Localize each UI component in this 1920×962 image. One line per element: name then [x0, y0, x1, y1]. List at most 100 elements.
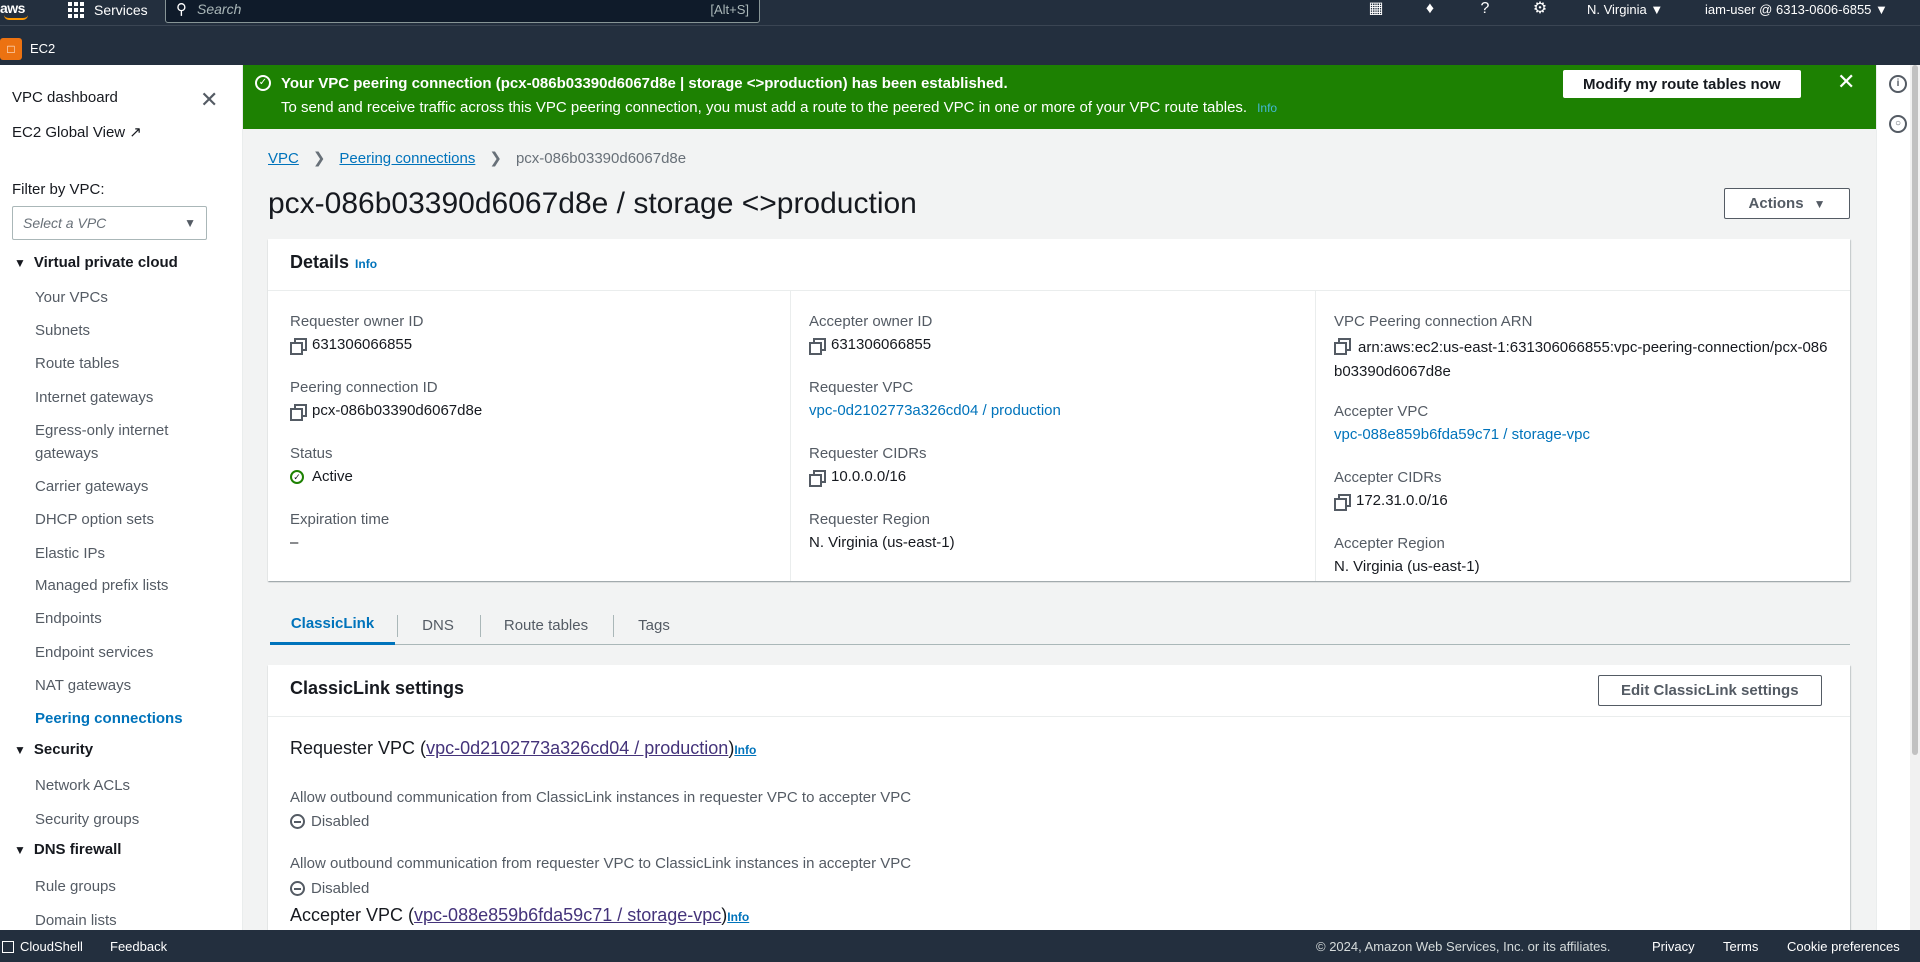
breadcrumb-vpc[interactable]: VPC: [268, 150, 299, 167]
sidebar-item-your-vpcs[interactable]: Your VPCs: [35, 286, 108, 309]
copy-icon[interactable]: [290, 337, 307, 355]
service-bar: □ EC2: [0, 25, 1920, 65]
help-icon[interactable]: ?: [1475, 0, 1495, 20]
copy-icon[interactable]: [809, 469, 826, 487]
actions-button[interactable]: Actions ▼: [1724, 188, 1850, 219]
sidebar-item-elastic-ips[interactable]: Elastic IPs: [35, 542, 105, 565]
accepter-region-value: N. Virginia (us-east-1): [1334, 558, 1480, 575]
sidebar-item-endpoints[interactable]: Endpoints: [35, 607, 102, 630]
close-icon[interactable]: ✕: [1837, 69, 1855, 95]
copy-icon[interactable]: [1334, 493, 1351, 511]
classiclink-requester-vpc-link[interactable]: vpc-0d2102773a326cd04 / production: [426, 738, 728, 758]
flash-info-link[interactable]: Info: [1257, 101, 1277, 115]
aws-logo[interactable]: aws: [0, 0, 25, 16]
close-icon[interactable]: ✕: [200, 87, 218, 113]
tab-tags[interactable]: Tags: [614, 605, 694, 645]
service-name[interactable]: EC2: [30, 41, 55, 56]
sidebar-item-nat-gateways[interactable]: NAT gateways: [35, 674, 131, 697]
details-column-2: Accepter owner ID 631306066855 Requester…: [790, 291, 1315, 581]
accepter-cidrs-label: Accepter CIDRs: [1334, 469, 1442, 486]
section-title: Security: [33, 741, 94, 758]
cloudshell-label: CloudShell: [20, 939, 83, 954]
requester-prefix: Requester VPC (: [290, 738, 427, 758]
sidebar-item-egress-only-internet-gateways[interactable]: Egress-only internet gateways: [35, 419, 215, 465]
copy-icon[interactable]: [1334, 338, 1351, 355]
copy-icon[interactable]: [809, 337, 826, 355]
sidebar-item-peering-connections[interactable]: Peering connections: [35, 707, 183, 730]
breadcrumb-peering-connections[interactable]: Peering connections: [339, 150, 475, 167]
region-selector[interactable]: N. Virginia ▼: [1587, 2, 1663, 17]
sidebar-section-security[interactable]: ▼ Security: [14, 741, 93, 758]
sidebar-section-virtual-private-cloud[interactable]: ▼ Virtual private cloud: [14, 254, 178, 271]
peering-id-label: Peering connection ID: [290, 379, 438, 396]
terms-link[interactable]: Terms: [1723, 939, 1758, 954]
tab-route-tables[interactable]: Route tables: [481, 605, 611, 645]
account-menu[interactable]: iam-user @ 6313-0606-6855 ▼: [1705, 2, 1888, 17]
details-panel: Details Info Requester owner ID 631306066…: [268, 239, 1850, 581]
tab-dns[interactable]: DNS: [398, 605, 478, 645]
expiration-value: –: [290, 534, 299, 551]
copy-icon[interactable]: [290, 403, 307, 421]
sidebar-item-rule-groups[interactable]: Rule groups: [35, 875, 116, 898]
accepter-info-link[interactable]: Info: [727, 910, 749, 924]
requester-vpc-label: Requester VPC: [809, 379, 914, 396]
modify-route-tables-button[interactable]: Modify my route tables now: [1563, 70, 1801, 98]
classiclink-panel: ClassicLink settings Edit ClassicLink se…: [268, 665, 1850, 930]
requester-region-field: Requester Region N. Virginia (us-east-1): [809, 511, 955, 551]
classiclink-accepter-vpc-link[interactable]: vpc-088e859b6fda59c71 / storage-vpc: [414, 905, 721, 925]
sidebar-item-ec2-global-view[interactable]: EC2 Global View ↗: [12, 123, 142, 141]
check-circle-icon: ✓: [290, 469, 304, 484]
requester-vpc-field: Requester VPC vpc-0d2102773a326cd04 / pr…: [809, 379, 1061, 419]
breadcrumb-current: pcx-086b03390d6067d8e: [515, 149, 687, 167]
info-icon[interactable]: i: [1889, 75, 1907, 93]
peering-connection-id-field: Peering connection ID pcx-086b03390d6067…: [290, 379, 482, 421]
search-input[interactable]: ⚲ Search [Alt+S]: [165, 0, 760, 23]
requester-vpc-link[interactable]: vpc-0d2102773a326cd04 / production: [809, 402, 1061, 419]
page-scrollbar[interactable]: [1910, 65, 1920, 930]
caret-down-icon: ▼: [1813, 196, 1826, 211]
requester-info-link[interactable]: Info: [734, 743, 756, 757]
cookie-preferences-link[interactable]: Cookie preferences: [1787, 939, 1900, 954]
sidebar-item-internet-gateways[interactable]: Internet gateways: [35, 386, 153, 409]
scrollbar-thumb[interactable]: [1912, 65, 1918, 755]
feedback-link[interactable]: Feedback: [110, 939, 167, 954]
sidebar-item-subnets[interactable]: Subnets: [35, 319, 90, 342]
sidebar-item-vpc-dashboard[interactable]: VPC dashboard: [12, 89, 118, 106]
caret-down-icon: ▼: [14, 742, 26, 757]
arn-value: arn:aws:ec2:us-east-1:631306066855:vpc-p…: [1334, 339, 1828, 380]
sidebar-item-network-acls[interactable]: Network ACLs: [35, 774, 130, 797]
accepter-owner-id-value: 631306066855: [831, 336, 932, 353]
vpc-filter-select[interactable]: Select a VPC ▼: [12, 206, 207, 240]
tab-classiclink[interactable]: ClassicLink: [270, 605, 395, 645]
notifications-icon[interactable]: ♦: [1420, 0, 1440, 20]
details-info-link[interactable]: Info: [355, 257, 377, 271]
status-field: Status ✓ Active: [290, 445, 353, 485]
edit-classiclink-settings-button[interactable]: Edit ClassicLink settings: [1598, 675, 1822, 706]
ec2-service-icon[interactable]: □: [0, 38, 22, 60]
details-column-3: VPC Peering connection ARN arn:aws:ec2:u…: [1315, 291, 1850, 581]
expiration-label: Expiration time: [290, 511, 390, 528]
cloudshell-icon[interactable]: ▦: [1366, 0, 1386, 20]
caret-down-icon: ▼: [14, 255, 26, 270]
sidebar-item-endpoint-services[interactable]: Endpoint services: [35, 641, 153, 664]
sidebar: VPC dashboard ✕ EC2 Global View ↗ Filter…: [0, 65, 243, 930]
sidebar-section-dns-firewall[interactable]: ▼ DNS firewall: [14, 841, 121, 858]
feedback-icon[interactable]: ○: [1889, 115, 1907, 133]
services-menu-button[interactable]: Services: [68, 0, 148, 20]
settings-gear-icon[interactable]: ⚙: [1530, 0, 1550, 20]
sidebar-item-route-tables[interactable]: Route tables: [35, 352, 119, 375]
expiration-time-field: Expiration time –: [290, 511, 389, 551]
sidebar-item-dhcp-option-sets[interactable]: DHCP option sets: [35, 508, 154, 531]
main-content: ✓ Your VPC peering connection (pcx-086b0…: [243, 65, 1876, 930]
sidebar-item-domain-lists[interactable]: Domain lists: [35, 909, 117, 930]
requester-region-label: Requester Region: [809, 511, 930, 528]
flash-message-text: To send and receive traffic across this …: [281, 99, 1248, 116]
sidebar-item-managed-prefix-lists[interactable]: Managed prefix lists: [35, 574, 168, 597]
cloudshell-button[interactable]: CloudShell: [2, 939, 83, 954]
sidebar-item-security-groups[interactable]: Security groups: [35, 808, 139, 831]
accepter-vpc-link[interactable]: vpc-088e859b6fda59c71 / storage-vpc: [1334, 426, 1590, 443]
section-title: DNS firewall: [33, 841, 122, 858]
details-heading: Details: [290, 252, 350, 272]
privacy-link[interactable]: Privacy: [1652, 939, 1695, 954]
sidebar-item-carrier-gateways[interactable]: Carrier gateways: [35, 475, 148, 498]
